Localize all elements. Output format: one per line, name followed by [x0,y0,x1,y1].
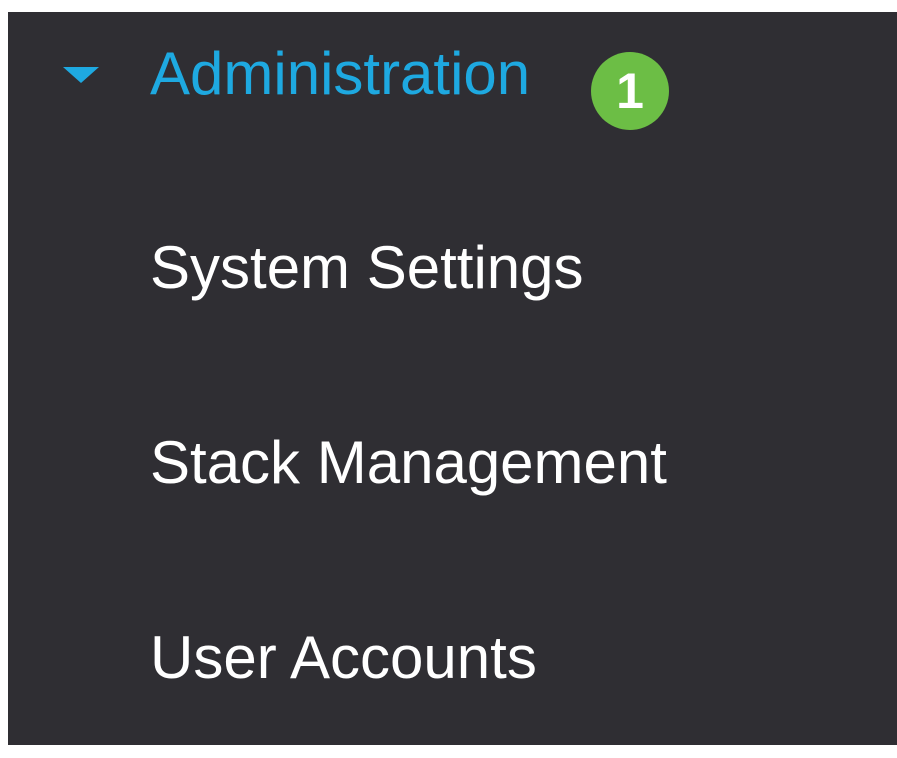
step-number-badge: 1 [591,52,669,130]
nav-item-label: System Settings [150,234,584,301]
nav-item-label: User Accounts [150,624,537,691]
administration-section-label: Administration [150,40,531,107]
nav-item-system-settings[interactable]: System Settings [8,202,897,332]
screenshot-frame: Administration 1 System Settings Stack M… [0,0,897,758]
navigation-panel: Administration 1 System Settings Stack M… [8,12,897,745]
nav-item-stack-management[interactable]: Stack Management [8,397,897,527]
nav-item-label: Stack Management [150,429,667,496]
caret-down-icon[interactable] [63,67,99,83]
nav-item-user-accounts[interactable]: User Accounts [8,592,897,722]
administration-section-toggle[interactable]: Administration 1 [8,12,897,142]
